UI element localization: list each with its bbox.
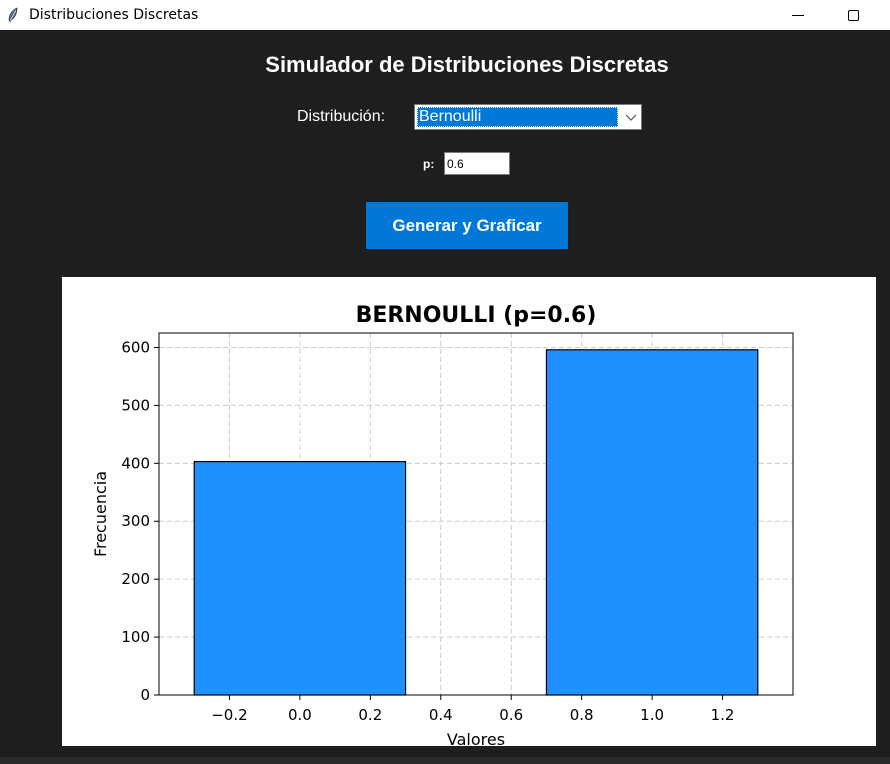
x-tick-label: 0.8	[570, 706, 594, 724]
x-tick-label: 1.0	[640, 706, 664, 724]
plot-panel: −0.2 0.0 0.2 0.4 0.6 0.8 1.0 1.2 0 100 200 300 400 50…	[62, 277, 876, 746]
chevron-down-icon[interactable]	[625, 112, 637, 122]
x-tick-label: 0.2	[358, 706, 382, 724]
y-tick-label: 400	[121, 454, 150, 472]
bars-layer	[193, 349, 759, 696]
bar-chart: −0.2 0.0 0.2 0.4 0.6 0.8 1.0 1.2 0 100 200 300 400 50…	[91, 303, 794, 746]
minimize-button[interactable]	[775, 0, 821, 30]
bar	[193, 460, 407, 696]
y-axis-label: Frecuencia	[91, 471, 110, 557]
x-axis-label: Valores	[447, 730, 505, 746]
distribution-select-value: Bernoulli	[417, 107, 618, 127]
feather-icon	[8, 7, 18, 23]
x-tick-label: 0.0	[288, 706, 312, 724]
window-titlebar: Distribuciones Discretas	[0, 0, 890, 30]
y-tick-label: 500	[121, 396, 150, 414]
taskbar-strip	[0, 757, 890, 764]
x-tick-label: 1.2	[711, 706, 735, 724]
y-tick-label: 300	[121, 512, 150, 530]
x-tick-label: 0.4	[429, 706, 453, 724]
page-title: Simulador de Distribuciones Discretas	[265, 52, 669, 77]
bar	[545, 349, 759, 696]
distribution-select[interactable]: Bernoulli	[414, 104, 642, 130]
y-tick-label: 200	[121, 570, 150, 588]
generate-plot-button[interactable]: Generar y Graficar	[365, 201, 569, 250]
minimize-icon	[792, 14, 804, 16]
window-title: Distribuciones Discretas	[29, 7, 199, 23]
chart-title: BERNOULLI (p=0.6)	[356, 303, 597, 328]
p-label: p:	[423, 157, 435, 171]
maximize-icon	[847, 9, 859, 21]
y-tick-label: 0	[140, 686, 150, 704]
y-tick-label: 100	[121, 628, 150, 646]
p-input[interactable]	[444, 152, 510, 175]
x-tick-label: 0.6	[499, 706, 523, 724]
maximize-button[interactable]	[830, 0, 876, 30]
y-tick-label: 600	[121, 338, 150, 356]
x-tick-label: −0.2	[211, 706, 247, 724]
distribution-label: Distribución:	[297, 108, 386, 125]
